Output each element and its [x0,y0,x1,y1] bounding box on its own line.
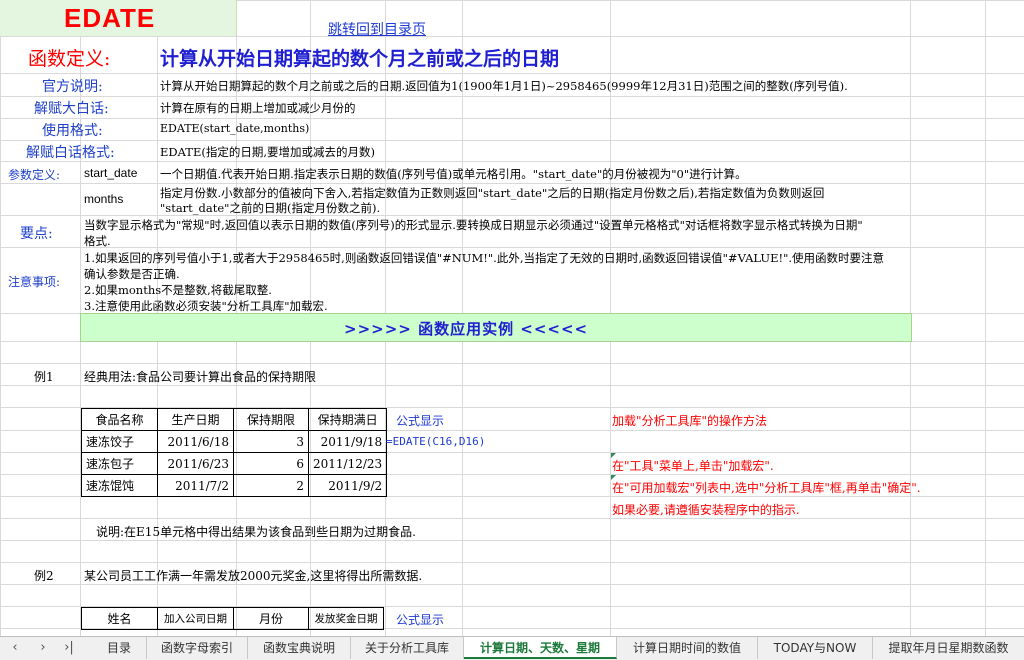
header-cell[interactable]: 食品名称 [81,408,158,431]
official-label: 官方说明: [42,79,103,95]
table-header-row: 姓名 加入公司日期 月份 发放奖金日期 [81,607,384,630]
tab-date-days-weekday[interactable]: 计算日期、天数、星期 [464,637,617,659]
official-text: 计算从开始日期算起的数个月之前或之后的日期.返回值为1(1900年1月1日)~2… [160,79,848,93]
note-1b: 确认参数是否正确. [84,267,180,281]
example2-table: 姓名 加入公司日期 月份 发放奖金日期 [81,607,384,630]
key-text-1: 当数字显示格式为"常规"时,返回值以表示日期的数值(序列号)的形式显示.要转换成… [84,218,863,232]
table-cell[interactable]: 2011/7/2 [157,474,234,497]
key-label: 要点: [20,226,53,242]
param-months-desc-2: "start_date"之前的日期(指定月份数之前). [160,201,381,215]
usage-text: EDATE(start_date,months) [160,122,310,135]
plain-text: 计算在原有的日期上增加或减少月份的 [160,101,356,115]
table-row: 速冻馄饨 2011/7/2 2 2011/9/2 [81,474,388,497]
table-cell[interactable]: 2011/9/2 [307,474,388,497]
table-cell[interactable]: 2011/9/18 [307,430,388,453]
header-cell[interactable]: 加入公司日期 [157,607,234,630]
example1-formula-label: 公式显示 [396,414,445,428]
addin-step3: 如果必要,请遵循安装程序中的指示. [612,503,800,517]
table-cell[interactable]: 2011/6/18 [157,430,234,453]
example1-desc: 经典用法:食品公司要计算出食品的保持期限 [84,370,317,384]
scroll-last-icon[interactable]: ›| [60,639,78,657]
example2-desc: 某公司员工工作满一年需发放2000元奖金,这里将得出所需数据. [84,569,423,583]
definition-label: 函数定义: [28,48,111,70]
example2-label: 例2 [34,569,54,583]
header-cell[interactable]: 保持期满日 [307,408,388,431]
example1-formula[interactable]: =EDATE(C16,D16) [386,435,485,448]
table-cell[interactable]: 2011/6/23 [157,452,234,475]
param-months: months [84,192,124,206]
table-cell[interactable]: 2011/12/23 [307,452,388,475]
page-title: EDATE [64,3,156,33]
examples-banner-text: >>>>> 函数应用实例 <<<<< [344,320,589,338]
param-label: 参数定义: [8,168,61,182]
note-1a: 1.如果返回的序列号值小于1,或者大于2958465时,则函数返回错误值"#NU… [84,251,885,265]
tab-extract-ymd[interactable]: 提取年月日星期数函数 [873,637,1024,659]
tab-handbook[interactable]: 函数宝典说明 [248,637,351,659]
header-cell[interactable]: 生产日期 [157,408,234,431]
table-cell[interactable]: 6 [233,452,309,475]
usage-label: 使用格式: [42,123,103,139]
note-2: 2.如果months不是整数,将截尾取整. [84,283,272,297]
header-cell[interactable]: 发放奖金日期 [308,607,384,630]
plain-usage-label: 解赋白话格式: [26,145,115,161]
back-to-index-link[interactable]: 跳转回到目录页 [328,19,426,39]
tab-today-now[interactable]: TODAY与NOW [758,637,873,659]
addin-step1: 在"工具"菜单上,单击"加载宏". [612,459,774,473]
example1-table: 食品名称 生产日期 保持期限 保持期满日 速冻饺子 2011/6/18 3 20… [81,408,388,497]
tab-index[interactable]: 目录 [92,637,147,659]
example1-note: 说明:在E15单元格中得出结果为该食品到些日期为过期食品. [96,525,416,539]
example2-formula-label: 公式显示 [396,613,445,627]
header-cell[interactable]: 姓名 [81,607,158,630]
table-row: 速冻包子 2011/6/23 6 2011/12/23 [81,452,388,475]
scroll-left-icon[interactable]: ‹ [6,639,24,657]
table-header-row: 食品名称 生产日期 保持期限 保持期满日 [81,408,388,431]
sheet-tab-bar: ‹ › ›| 目录 函数字母索引 函数宝典说明 关于分析工具库 计算日期、天数、… [0,636,1024,660]
addin-title: 加载"分析工具库"的操作方法 [612,414,768,428]
table-row: 速冻饺子 2011/6/18 3 2011/9/18 [81,430,388,453]
note-label: 注意事项: [8,275,61,289]
tab-analysis-toolpak[interactable]: 关于分析工具库 [351,637,464,659]
header-cell[interactable]: 保持期限 [233,408,309,431]
table-cell[interactable]: 速冻包子 [81,452,158,475]
param-months-desc-1: 指定月份数.小数部分的值被向下舍入,若指定数值为正数则返回"start_date… [160,186,825,200]
definition-text: 计算从开始日期算起的数个月之前或之后的日期 [160,48,560,70]
header-cell[interactable]: 月份 [233,607,309,630]
plain-usage-text: EDATE(指定的日期,要增加或减去的月数) [160,145,375,159]
tab-letter-index[interactable]: 函数字母索引 [147,637,248,659]
scroll-right-icon[interactable]: › [34,639,52,657]
param-start-date-desc: 一个日期值.代表开始日期.指定表示日期的数值(序列号值)或单元格引用。"star… [160,167,747,181]
example1-label: 例1 [34,370,54,384]
key-text-2: 格式. [84,234,111,248]
table-cell[interactable]: 速冻馄饨 [81,474,158,497]
note-3: 3.注意使用此函数必须安装"分析工具库"加载宏. [84,299,328,313]
table-cell[interactable]: 2 [233,474,309,497]
table-cell[interactable]: 3 [233,430,309,453]
param-start-date: start_date [84,166,138,180]
table-cell[interactable]: 速冻饺子 [81,430,158,453]
addin-step2: 在"可用加载宏"列表中,选中"分析工具库"框,再单击"确定". [612,481,921,495]
tab-datetime-values[interactable]: 计算日期时间的数值 [617,637,758,659]
plain-label: 解赋大白话: [34,101,109,117]
